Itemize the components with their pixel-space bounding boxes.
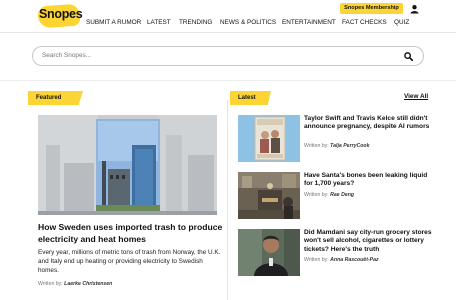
search-icon[interactable] (404, 52, 413, 61)
latest-byline: Written by: Talja PerryCook (304, 143, 369, 149)
byline-prefix: Written by: (38, 281, 63, 287)
membership-button[interactable]: Snopes Membership (340, 3, 403, 14)
latest-title[interactable]: Have Santa's bones been leaking liquid f… (304, 172, 434, 189)
latest-author[interactable]: Rae Deng (330, 192, 354, 198)
view-all-link[interactable]: View All (404, 93, 428, 100)
byline-prefix: Written by: (304, 143, 329, 149)
featured-label: Featured (28, 91, 83, 105)
nav-fact-checks[interactable]: FACT CHECKS (342, 18, 394, 28)
power-plant-image (38, 115, 217, 215)
latest-thumbnail[interactable] (238, 172, 300, 219)
nav-trending[interactable]: TRENDING (179, 18, 220, 28)
section-divider (0, 80, 456, 81)
snopes-logo[interactable]: Snopes (37, 3, 83, 29)
nav-quiz[interactable]: QUIZ (394, 18, 414, 28)
latest-title[interactable]: Did Mamdani say city-run grocery stores … (304, 229, 434, 254)
latest-author[interactable]: Talja PerryCook (330, 143, 369, 149)
nav-entertainment[interactable]: ENTERTAINMENT (282, 18, 342, 28)
nav-latest[interactable]: LATEST (147, 18, 179, 28)
nav-news-politics[interactable]: NEWS & POLITICS (220, 18, 282, 28)
latest-item[interactable]: Taylor Swift and Travis Kelce still didn… (238, 115, 438, 163)
nav-submit-rumor[interactable]: SUBMIT A RUMOR (86, 18, 147, 28)
logo-text: Snopes (39, 7, 83, 21)
byline-prefix: Written by: (304, 257, 329, 263)
latest-item[interactable]: Have Santa's bones been leaking liquid f… (238, 172, 438, 220)
magazine-cover-image (238, 115, 300, 162)
latest-label: Latest (230, 91, 271, 105)
latest-author[interactable]: Anna Rascouët-Paz (330, 257, 378, 263)
featured-article-description: Every year, millions of metric tons of t… (38, 249, 221, 274)
latest-byline: Written by: Anna Rascouët-Paz (304, 257, 379, 263)
featured-article-title[interactable]: How Sweden uses imported trash to produc… (38, 222, 223, 245)
church-interior-image (238, 172, 300, 219)
search-input[interactable]: Search Snopes... (42, 47, 91, 65)
featured-article-byline: Written by: Laerke Christensen (38, 281, 112, 287)
featured-author[interactable]: Laerke Christensen (64, 281, 112, 287)
latest-thumbnail[interactable] (238, 229, 300, 276)
user-account-icon[interactable] (410, 4, 419, 14)
column-divider (227, 100, 228, 300)
byline-prefix: Written by: (304, 192, 329, 198)
search-bar[interactable]: Search Snopes... (32, 46, 424, 66)
latest-item[interactable]: Did Mamdani say city-run grocery stores … (238, 229, 438, 277)
latest-byline: Written by: Rae Deng (304, 192, 354, 198)
latest-title[interactable]: Taylor Swift and Travis Kelce still didn… (304, 115, 434, 132)
main-nav: SUBMIT A RUMOR LATEST TRENDING NEWS & PO… (86, 18, 414, 28)
featured-article-image[interactable] (38, 115, 217, 215)
portrait-image (238, 229, 300, 276)
site-header: Snopes SUBMIT A RUMOR LATEST TRENDING NE… (0, 0, 456, 33)
latest-thumbnail[interactable] (238, 115, 300, 162)
